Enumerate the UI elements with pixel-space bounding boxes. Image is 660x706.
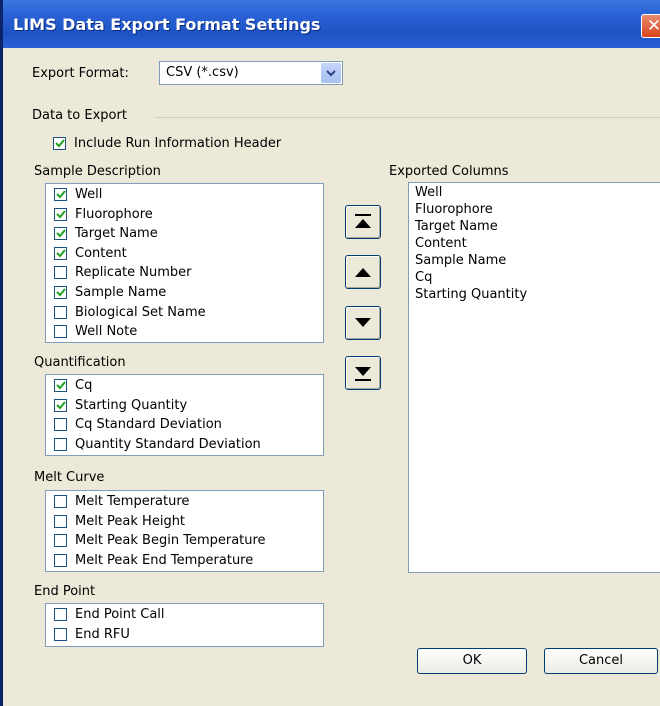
checkbox[interactable]: [53, 137, 66, 150]
close-button[interactable]: ✕: [641, 14, 660, 38]
checkbox-label: Quantity Standard Deviation: [75, 436, 261, 452]
exported-column-item[interactable]: Content: [415, 236, 467, 251]
check-icon: [56, 381, 66, 390]
exported-column-item[interactable]: Well: [415, 185, 442, 200]
check-icon: [56, 288, 66, 297]
move-to-top-icon: [355, 214, 371, 228]
checkbox-label: End Point Call: [75, 607, 165, 622]
checkbox-label: Starting Quantity: [75, 397, 188, 413]
window-title: LIMS Data Export Format Settings: [13, 15, 321, 34]
move-to-top-button[interactable]: [345, 205, 381, 239]
melt-curve-label: Melt Curve: [34, 470, 105, 485]
checkbox-label: Target Name: [75, 226, 158, 242]
exported-column-item[interactable]: Target Name: [415, 219, 498, 234]
check-icon: [56, 229, 66, 238]
export-format-label: Export Format:: [32, 66, 129, 81]
exported-columns-label: Exported Columns: [389, 164, 509, 179]
export-format-value: CSV (*.csv): [166, 65, 239, 80]
checkbox-label: Well: [75, 187, 103, 202]
checkbox[interactable]: [54, 608, 67, 621]
checkbox-label: Sample Name: [75, 285, 167, 300]
check-icon: [56, 190, 66, 199]
checkbox[interactable]: [54, 627, 67, 641]
move-to-bottom-button[interactable]: [345, 356, 381, 390]
move-down-button[interactable]: [345, 306, 381, 340]
checkbox[interactable]: [54, 246, 67, 260]
sample-description-list: Well Fluorophore Target Name Content Replica…: [45, 183, 324, 343]
move-up-button[interactable]: [345, 255, 381, 289]
check-icon: [56, 400, 66, 410]
chevron-down-icon: [326, 70, 336, 77]
checkbox-label: Melt Peak Height: [75, 513, 186, 529]
check-icon: [55, 139, 65, 148]
quantification-list: Cq Starting Quantity Cq Standard Deviation…: [45, 374, 324, 456]
checkbox[interactable]: [54, 495, 67, 508]
checkbox[interactable]: [54, 305, 67, 319]
include-header-label: Include Run Information Header: [74, 136, 282, 151]
checkbox[interactable]: [54, 398, 67, 412]
melt-curve-list: Melt Temperature Melt Peak Height Melt Pea…: [45, 490, 324, 572]
group-divider: [155, 117, 660, 118]
move-to-bottom-icon: [355, 367, 371, 381]
checkbox-label: End RFU: [75, 626, 130, 642]
dropdown-button[interactable]: [321, 63, 341, 83]
checkbox[interactable]: [54, 227, 67, 241]
ok-button[interactable]: OK: [417, 648, 527, 674]
dialog-window: LIMS Data Export Format Settings ✕ Expor…: [0, 0, 660, 706]
exported-column-item[interactable]: Sample Name: [415, 253, 506, 268]
end-point-label: End Point: [34, 584, 96, 599]
exported-columns-list[interactable]: Well Fluorophore Target Name Content Sample …: [408, 182, 660, 573]
quantification-label: Quantification: [34, 355, 126, 370]
checkbox[interactable]: [54, 514, 67, 528]
checkbox[interactable]: [54, 188, 67, 201]
cancel-button[interactable]: Cancel: [544, 648, 658, 674]
checkbox[interactable]: [54, 534, 67, 548]
move-up-icon: [355, 268, 371, 277]
title-bar[interactable]: LIMS Data Export Format Settings ✕: [3, 0, 660, 48]
check-icon: [56, 249, 66, 258]
exported-column-item[interactable]: Starting Quantity: [415, 287, 527, 302]
checkbox[interactable]: [54, 418, 67, 432]
check-icon: [56, 209, 66, 219]
checkbox-label: Melt Temperature: [75, 494, 190, 509]
checkbox[interactable]: [54, 266, 67, 280]
checkbox-label: Cq: [75, 378, 93, 393]
exported-column-item[interactable]: Cq: [415, 270, 432, 285]
sample-description-label: Sample Description: [34, 164, 161, 179]
close-icon: ✕: [646, 16, 660, 36]
checkbox-label: Melt Peak Begin Temperature: [75, 533, 266, 549]
exported-column-item[interactable]: Fluorophore: [415, 202, 493, 217]
checkbox-label: Biological Set Name: [75, 304, 206, 320]
checkbox[interactable]: [54, 286, 67, 299]
move-down-icon: [355, 318, 371, 327]
checkbox-label: Fluorophore: [75, 206, 153, 222]
checkbox-label: Well Note: [75, 324, 138, 340]
checkbox[interactable]: [54, 437, 67, 451]
checkbox-label: Melt Peak End Temperature: [75, 552, 254, 568]
end-point-list: End Point Call End RFU: [45, 603, 324, 647]
checkbox[interactable]: [54, 553, 67, 567]
checkbox[interactable]: [54, 325, 67, 339]
export-format-select[interactable]: CSV (*.csv): [159, 61, 343, 85]
checkbox-label: Content: [75, 245, 127, 261]
checkbox-label: Cq Standard Deviation: [75, 417, 222, 433]
checkbox-label: Replicate Number: [75, 265, 192, 281]
checkbox[interactable]: [54, 379, 67, 392]
checkbox[interactable]: [54, 207, 67, 221]
data-to-export-label: Data to Export: [32, 108, 127, 123]
